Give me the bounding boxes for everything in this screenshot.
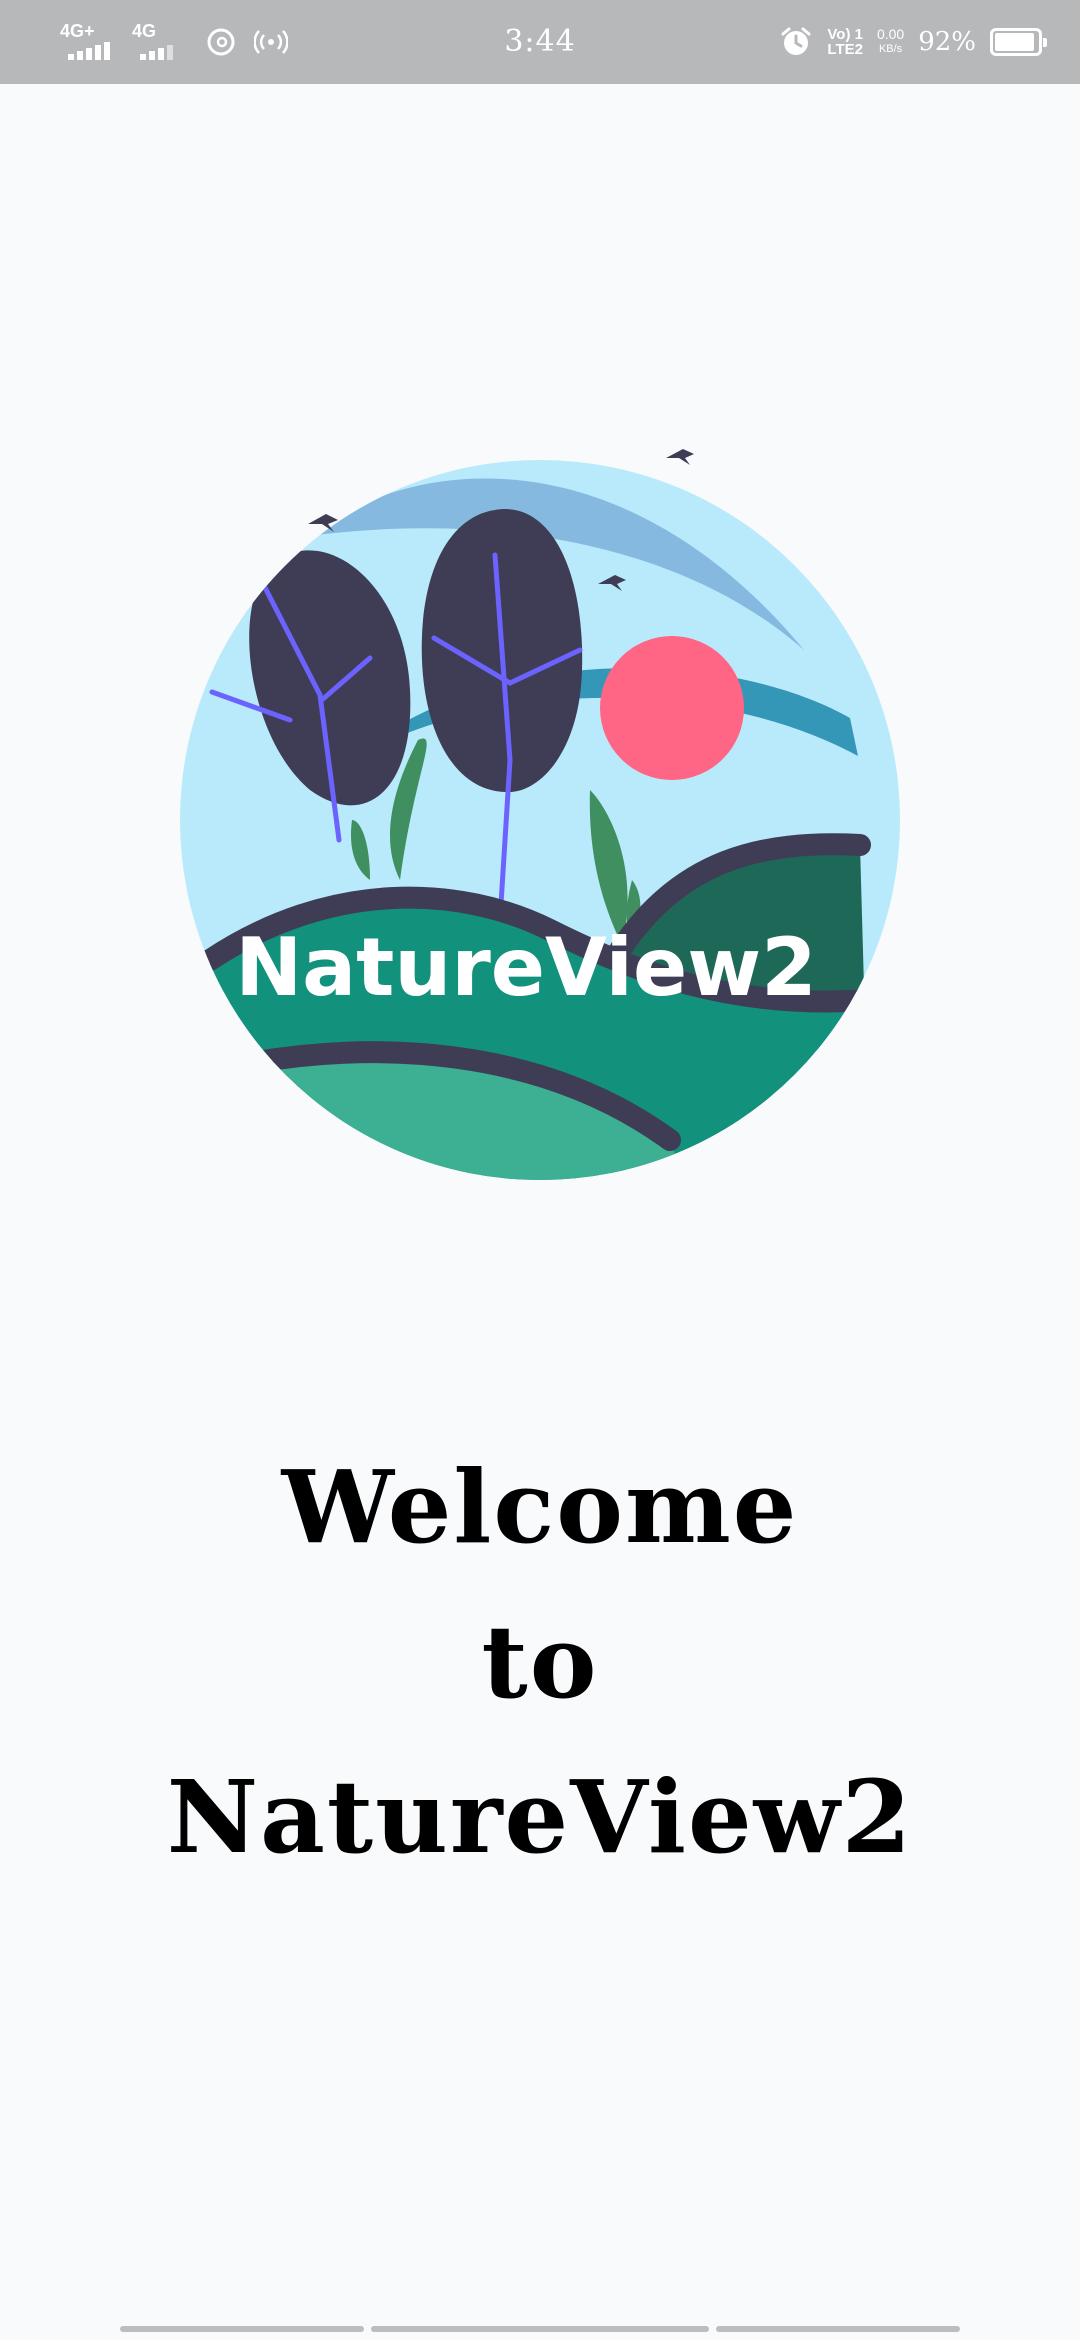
alarm-icon: [779, 25, 813, 59]
welcome-line-1: Welcome: [281, 1448, 799, 1566]
status-bar: 4G+ 4G 3:44 Vo) 1 LTE2 0.00 KB/s 92%: [0, 0, 1080, 84]
gesture-segment-right: [716, 2326, 960, 2332]
logo-title: NatureView2: [235, 921, 817, 1014]
app-logo: NatureView2: [170, 440, 910, 1200]
battery-level: [995, 33, 1034, 51]
logo-bird-2: [666, 449, 694, 465]
welcome-heading: Welcome to NatureView2: [0, 1430, 1080, 1895]
welcome-line-3: NatureView2: [166, 1758, 914, 1876]
battery-icon: [990, 28, 1047, 56]
network-speed: 0.00 KB/s: [876, 26, 905, 56]
status-right: Vo) 1 LTE2 0.00 KB/s 92%: [779, 18, 1047, 66]
logo-sun: [600, 636, 744, 780]
battery-percent: 92%: [918, 27, 976, 57]
gesture-navigation-bar[interactable]: [0, 2326, 1080, 2334]
gesture-segment-left: [120, 2326, 364, 2332]
volte-indicator: Vo) 1 LTE2: [827, 26, 863, 58]
welcome-line-2: to: [481, 1603, 599, 1721]
gesture-segment-center: [371, 2326, 709, 2332]
